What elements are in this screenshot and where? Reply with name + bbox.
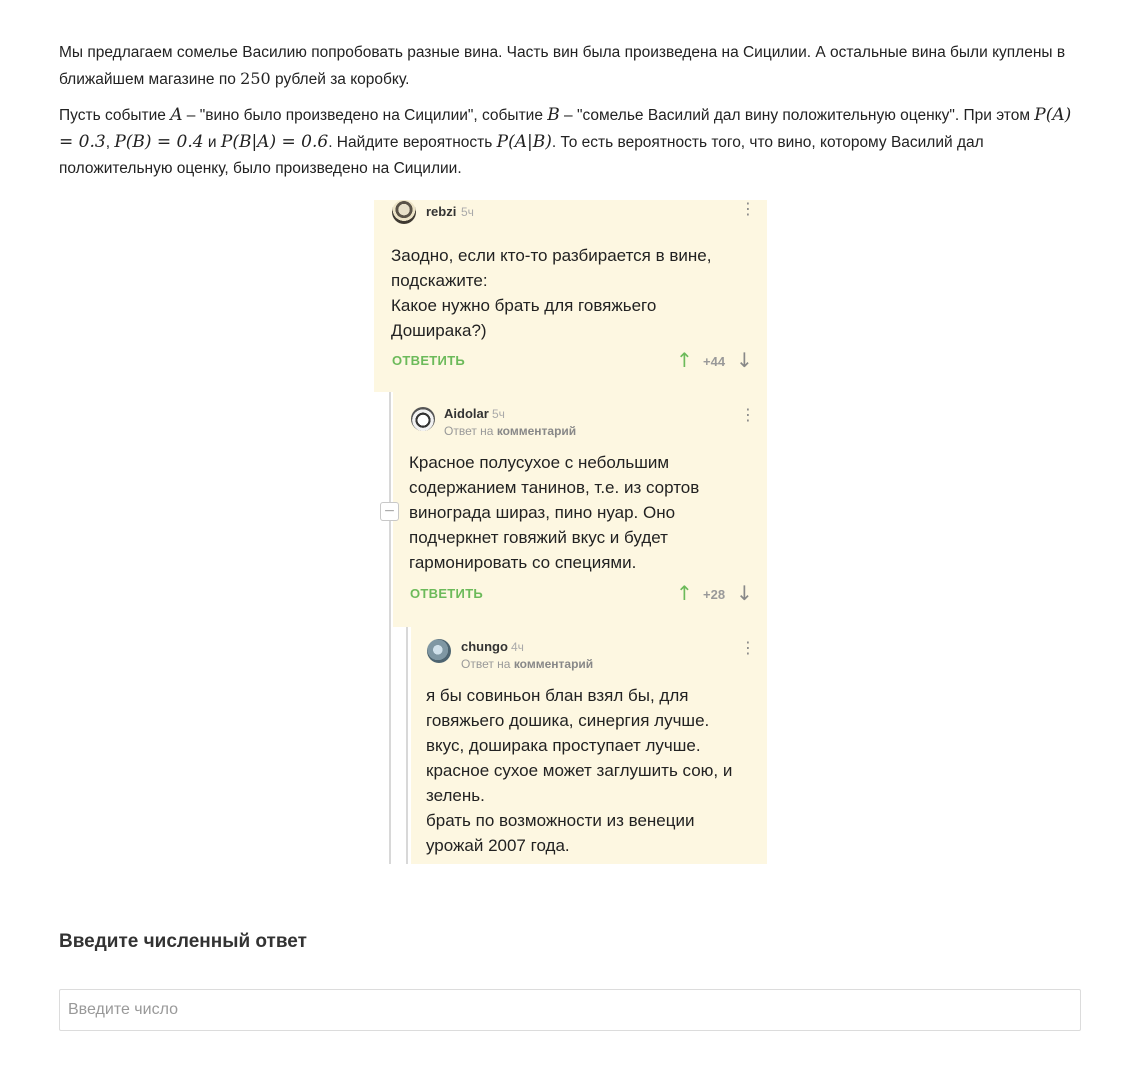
task-text: Пусть событие bbox=[59, 107, 171, 124]
downvote-icon: ↓ bbox=[736, 348, 753, 372]
reply-to-label: Ответ на комментарий bbox=[444, 424, 576, 438]
reply-to-prefix: Ответ на bbox=[444, 424, 494, 438]
probability-a-given-b: P(A|B) bbox=[496, 132, 552, 152]
reply-button: ОТВЕТИТЬ bbox=[392, 353, 466, 368]
task-text: – "сомелье Василий дал вину положительну… bbox=[559, 107, 1035, 124]
answer-input[interactable] bbox=[59, 989, 1081, 1031]
thread-line bbox=[406, 627, 408, 864]
probability-b-given-a: P(B|A) = 0.6 bbox=[220, 132, 329, 152]
upvote-icon: ↑ bbox=[676, 348, 693, 372]
comment-text: Красное полусухое с небольшим содержание… bbox=[409, 453, 700, 572]
comment-score: +44 bbox=[703, 354, 726, 369]
task-paragraph-2: Пусть событие A – "вино было произведено… bbox=[59, 102, 1081, 182]
comments-screenshot: − rebzi 5ч ⋮ Заодно, если кто-то разбира… bbox=[374, 200, 767, 864]
task-statement: Мы предлагаем сомелье Василию попробоват… bbox=[59, 40, 1081, 191]
event-b-symbol: B bbox=[547, 105, 560, 125]
task-text: рублей за коробку. bbox=[270, 71, 410, 88]
separator: и bbox=[203, 134, 221, 151]
more-options-icon: ⋮ bbox=[740, 640, 756, 656]
comment-username: Aidolar bbox=[444, 406, 489, 421]
reply-to-label: Ответ на комментарий bbox=[461, 657, 593, 671]
collapse-thread-icon: − bbox=[380, 502, 399, 521]
upvote-icon: ↑ bbox=[676, 581, 693, 605]
reply-to-link: комментарий bbox=[496, 424, 577, 438]
comment-time: 5ч bbox=[492, 407, 505, 421]
reply-to-prefix: Ответ на bbox=[461, 657, 511, 671]
probability-b: P(B) = 0.4 bbox=[114, 132, 204, 152]
task-text: – "вино было произведено на Сицилии", со… bbox=[182, 107, 548, 124]
comment-time: 4ч bbox=[511, 640, 524, 654]
avatar bbox=[392, 200, 416, 224]
comment-score: +28 bbox=[703, 587, 726, 602]
task-text: Мы предлагаем сомелье Василию попробоват… bbox=[59, 44, 1066, 88]
task-text: . Найдите вероятность bbox=[328, 134, 497, 151]
more-options-icon: ⋮ bbox=[740, 407, 756, 423]
avatar bbox=[411, 407, 435, 431]
reply-button: ОТВЕТИТЬ bbox=[410, 586, 484, 601]
task-paragraph-1: Мы предлагаем сомелье Василию попробоват… bbox=[59, 40, 1081, 93]
more-options-icon: ⋮ bbox=[740, 201, 756, 217]
reply-to-link: комментарий bbox=[513, 657, 594, 671]
answer-heading: Введите численный ответ bbox=[59, 931, 307, 952]
downvote-icon: ↓ bbox=[736, 581, 753, 605]
comment-username: rebzi bbox=[426, 204, 457, 219]
event-a-symbol: A bbox=[170, 105, 183, 125]
comment-text: я бы совиньон блан взял бы, для говяжьег… bbox=[426, 686, 733, 855]
price-value: 250 bbox=[240, 69, 271, 88]
comment-text: Заодно, если кто-то разбирается в вине, … bbox=[391, 246, 712, 340]
comment-time: 5ч bbox=[461, 205, 474, 219]
thread-line bbox=[389, 392, 391, 864]
avatar bbox=[427, 639, 451, 663]
comment-username: chungo bbox=[461, 639, 508, 654]
